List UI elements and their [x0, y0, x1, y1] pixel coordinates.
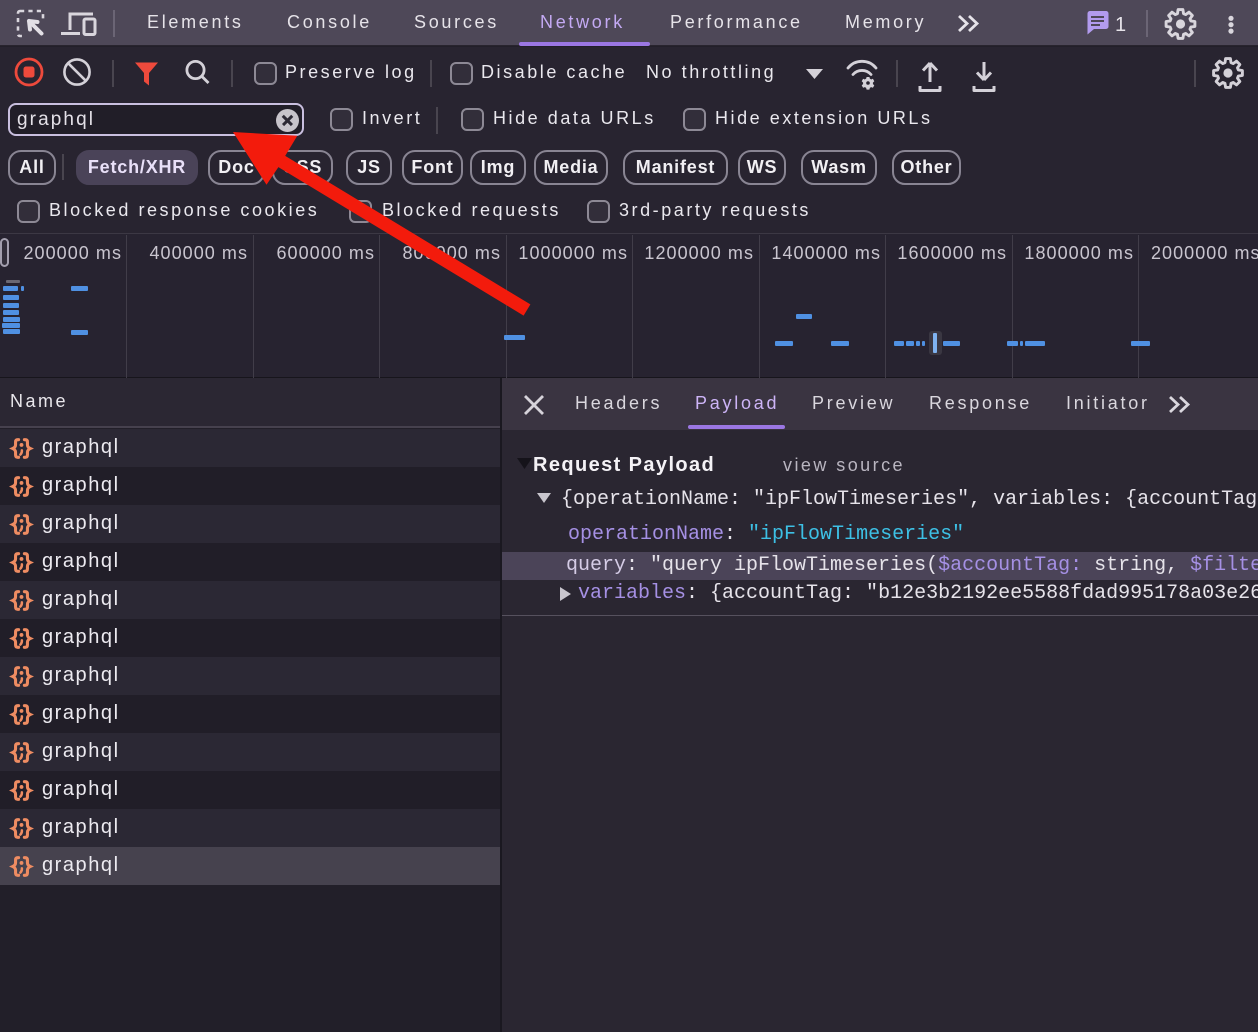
svg-text:1: 1 [1115, 14, 1126, 36]
